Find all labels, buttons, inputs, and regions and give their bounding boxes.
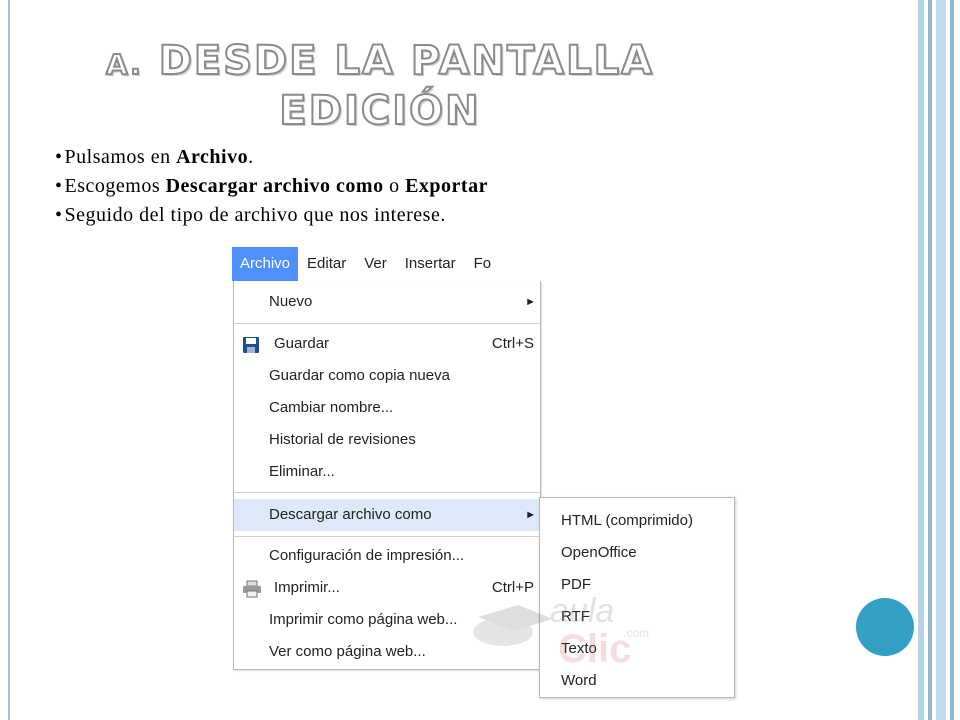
- bullet-bold: Exportar: [405, 175, 488, 197]
- menu-item-label: Ver como página web...: [269, 643, 426, 660]
- slide-title: A. DESDE LA PANTALLA EDICIÓN: [100, 37, 660, 135]
- menu-item-label: Configuración de impresión...: [269, 547, 465, 564]
- menu-item-guardar-copia[interactable]: Guardar como copia nueva: [234, 361, 540, 391]
- menu-item-configuracion[interactable]: Configuración de impresión...: [234, 541, 540, 571]
- menu-item-guardar[interactable]: Guardar Ctrl+S: [234, 329, 540, 359]
- submenu-item-rtf[interactable]: RTF: [561, 602, 590, 632]
- menu-item-label: Guardar: [274, 335, 330, 352]
- menu-item-label: Cambiar nombre...: [269, 399, 394, 416]
- download-submenu: HTML (comprimido) OpenOffice PDF RTF Tex…: [539, 497, 735, 698]
- menu-editar[interactable]: Editar: [298, 247, 355, 281]
- submenu-item-word[interactable]: Word: [561, 666, 597, 696]
- title-line2: EDICIÓN: [278, 87, 481, 135]
- bullet-item: Pulsamos en Archivo.: [55, 143, 488, 172]
- menu-item-ver-web[interactable]: Ver como página web...: [234, 637, 540, 667]
- submenu-item-pdf[interactable]: PDF: [561, 570, 591, 600]
- menu-item-label: Guardar como copia nueva: [269, 367, 450, 384]
- menu-item-descargar[interactable]: Descargar archivo como ►: [234, 499, 540, 531]
- slide-frame-left: [8, 0, 10, 720]
- bullet-item: Escogemos Descargar archivo como o Expor…: [55, 172, 488, 201]
- menu-archivo[interactable]: Archivo: [232, 247, 299, 281]
- bullet-bold: Archivo: [176, 146, 249, 168]
- menu-item-label: Historial de revisiones: [269, 431, 416, 448]
- menu-item-label: Eliminar...: [269, 463, 335, 480]
- menu-item-eliminar[interactable]: Eliminar...: [234, 457, 540, 487]
- menu-divider: [234, 536, 540, 537]
- submenu-item-openoffice[interactable]: OpenOffice: [561, 538, 637, 568]
- menu-item-label: Imprimir...: [274, 579, 340, 596]
- decorative-circle: [856, 598, 914, 656]
- bullet-text: Pulsamos en: [64, 146, 177, 168]
- bullet-text: .: [248, 146, 254, 168]
- menu-item-imprimir[interactable]: Imprimir... Ctrl+P: [234, 573, 540, 603]
- file-menu: Nuevo ► Guardar Ctrl+S Guardar como copi…: [233, 281, 541, 670]
- submenu-arrow-icon: ►: [525, 296, 536, 308]
- menu-item-historial[interactable]: Historial de revisiones: [234, 425, 540, 455]
- menu-divider: [234, 492, 540, 493]
- menu-item-label: Nuevo: [269, 293, 313, 310]
- menu-item-nuevo[interactable]: Nuevo ►: [234, 287, 540, 317]
- shortcut-label: Ctrl+P: [491, 579, 534, 596]
- slide-frame-right: [936, 0, 946, 720]
- menu-ver[interactable]: Ver: [355, 247, 396, 281]
- submenu-arrow-icon: ►: [525, 509, 536, 521]
- submenu-item-texto[interactable]: Texto: [561, 634, 597, 664]
- menu-divider: [234, 323, 540, 324]
- slide-frame-right: [928, 0, 932, 720]
- slide-frame-right: [918, 0, 924, 720]
- menu-insertar[interactable]: Insertar: [396, 247, 465, 281]
- bullet-text: Escogemos: [64, 175, 166, 197]
- menu-item-imprimir-web[interactable]: Imprimir como página web...: [234, 605, 540, 635]
- shortcut-label: Ctrl+S: [491, 335, 534, 352]
- bullet-bold: Descargar archivo como: [165, 175, 384, 197]
- menubar: Archivo Editar Ver Insertar Fo: [232, 247, 540, 281]
- submenu-item-html[interactable]: HTML (comprimido): [561, 506, 693, 536]
- title-prefix: A.: [105, 47, 143, 82]
- instruction-list: Pulsamos en Archivo. Escogemos Descargar…: [55, 143, 488, 230]
- title-line1: DESDE LA PANTALLA: [158, 37, 655, 85]
- slide-frame-right: [950, 0, 954, 720]
- menu-item-label: Descargar archivo como: [269, 506, 432, 523]
- menu-formato[interactable]: Fo: [465, 247, 501, 281]
- menu-item-label: Imprimir como página web...: [269, 611, 458, 628]
- bullet-item: Seguido del tipo de archivo que nos inte…: [55, 201, 488, 230]
- bullet-text: o: [383, 175, 406, 197]
- menu-item-cambiar-nombre[interactable]: Cambiar nombre...: [234, 393, 540, 423]
- bullet-text: Seguido del tipo de archivo que nos inte…: [64, 204, 446, 226]
